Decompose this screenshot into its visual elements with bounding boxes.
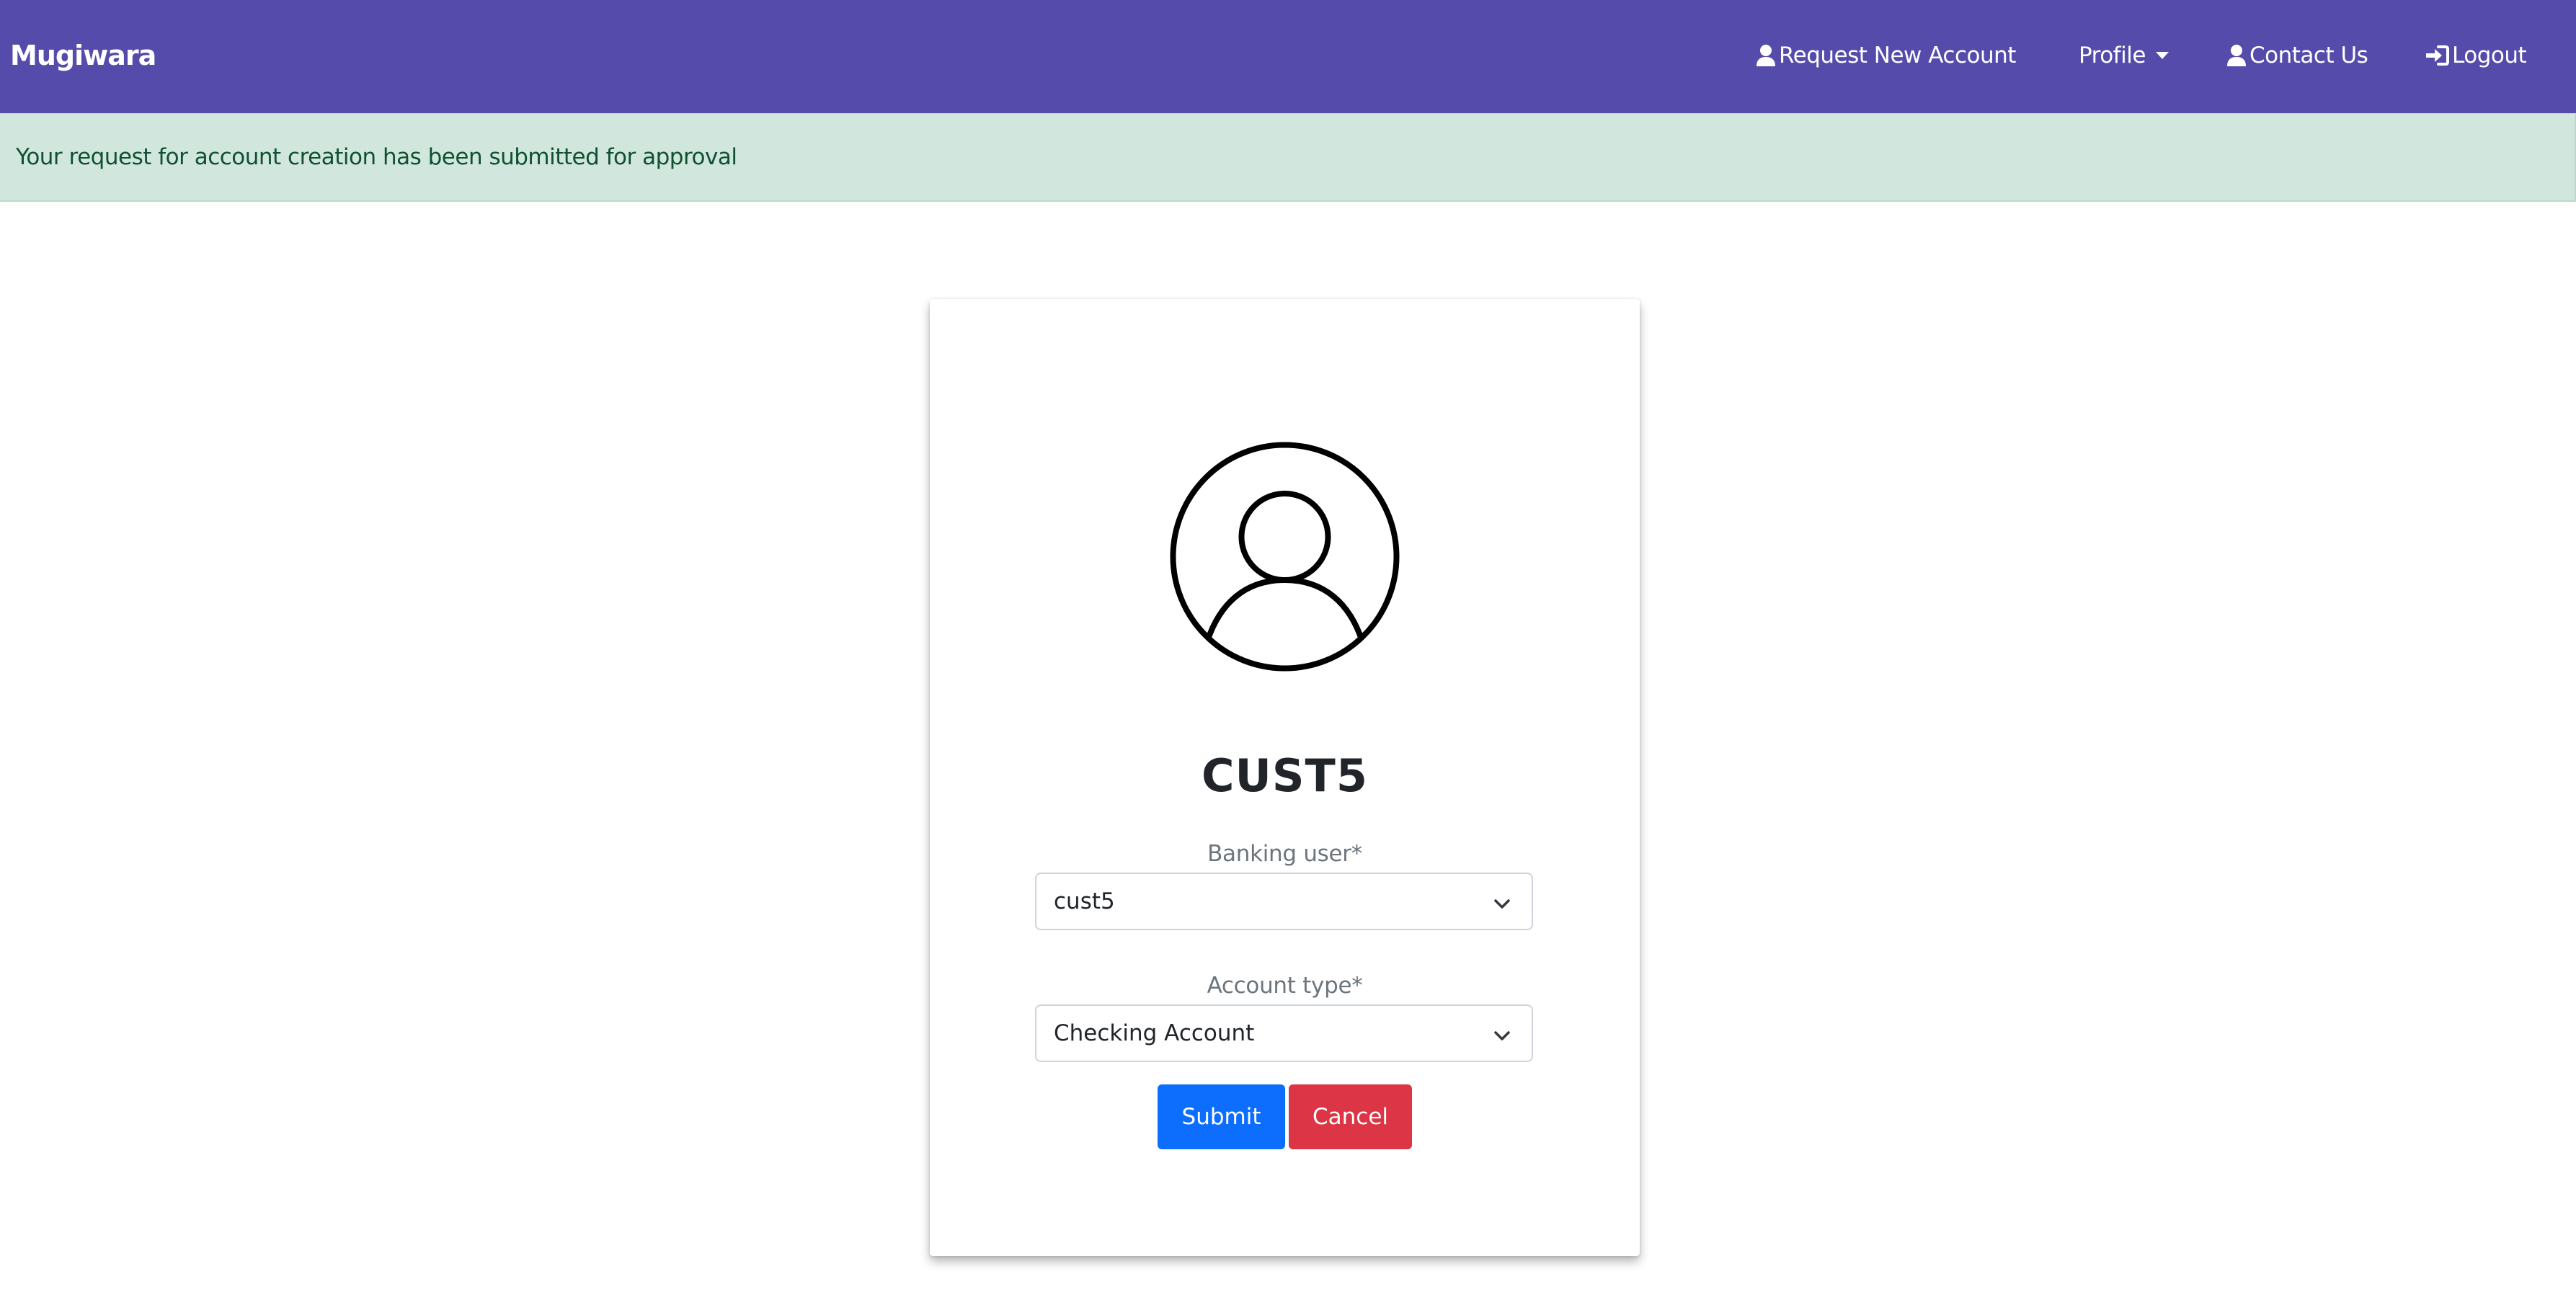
banking-user-label: Banking user* <box>1207 841 1362 867</box>
brand-logo[interactable]: Mugiwara <box>10 37 156 73</box>
nav-profile-label: Profile <box>2079 43 2146 68</box>
caret-down-icon <box>2155 52 2169 59</box>
nav-logout-label: Logout <box>2452 43 2527 68</box>
banking-user-select[interactable]: cust5 <box>1035 873 1533 930</box>
account-type-select[interactable]: Checking Account <box>1035 1004 1533 1062</box>
nav-request-new-account-label: Request New Account <box>1779 43 2016 68</box>
nav-request-new-account[interactable]: Request New Account <box>1756 37 2016 73</box>
cancel-button[interactable]: Cancel <box>1289 1084 1412 1149</box>
submit-button[interactable]: Submit <box>1158 1084 1285 1149</box>
nav-logout[interactable]: Logout <box>2425 37 2527 73</box>
success-alert: Your request for account creation has be… <box>0 113 2576 202</box>
nav-contact-us-label: Contact Us <box>2249 43 2368 68</box>
account-username-heading: CUST5 <box>1202 749 1368 802</box>
account-type-selected-value: Checking Account <box>1054 1020 1255 1046</box>
user-icon <box>1756 44 1776 67</box>
top-navbar: Mugiwara Request New Account Profile Con… <box>0 0 2576 113</box>
user-icon <box>2226 44 2247 67</box>
nav-profile-dropdown[interactable]: Profile <box>2079 37 2169 73</box>
nav-contact-us[interactable]: Contact Us <box>2226 37 2368 73</box>
chevron-down-icon <box>1493 893 1511 919</box>
banking-user-selected-value: cust5 <box>1054 888 1115 914</box>
sign-in-icon <box>2425 45 2449 66</box>
account-type-label: Account type* <box>1207 973 1363 999</box>
account-request-card: CUST5 Banking user* cust5 Account type* … <box>930 299 1640 1256</box>
user-circle-icon <box>1168 440 1402 674</box>
chevron-down-icon <box>1493 1025 1511 1051</box>
